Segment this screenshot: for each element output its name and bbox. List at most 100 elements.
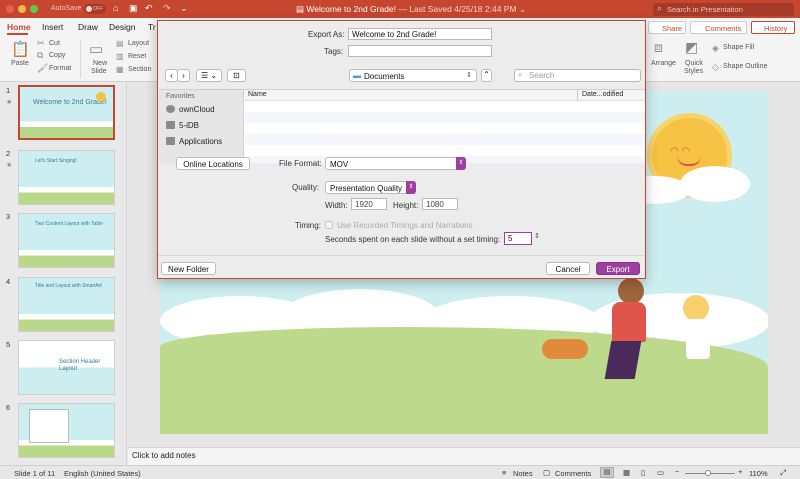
- slide-number: 4: [6, 277, 11, 286]
- layout-button[interactable]: Layout: [128, 40, 149, 47]
- share-button[interactable]: Share: [648, 21, 686, 34]
- format-painter-icon[interactable]: 🖌: [37, 63, 48, 74]
- shape-outline-button[interactable]: Shape Outline: [723, 63, 767, 70]
- reset-button[interactable]: Reset: [128, 53, 146, 60]
- use-recorded-checkbox[interactable]: [325, 221, 333, 229]
- dialog-search-input[interactable]: ⌕ Search: [514, 69, 641, 82]
- autosave-toggle[interactable]: OFF: [84, 4, 106, 14]
- tab-insert[interactable]: Insert: [42, 22, 63, 32]
- tab-draw[interactable]: Draw: [78, 22, 98, 32]
- seconds-label: Seconds spent on each slide without a se…: [325, 235, 501, 244]
- scissors-icon[interactable]: ✂: [37, 38, 45, 49]
- format-painter-button[interactable]: Format: [49, 65, 71, 72]
- notes-pane[interactable]: Click to add notes: [128, 447, 800, 465]
- shape-fill-button[interactable]: Shape Fill: [723, 44, 754, 51]
- more-commands-icon[interactable]: ⌄: [180, 3, 188, 14]
- undo-icon[interactable]: ↶: [145, 3, 153, 14]
- copy-button[interactable]: Copy: [49, 52, 65, 59]
- sidebar-item-applications[interactable]: Applications: [166, 137, 222, 146]
- layout-icon[interactable]: ▤: [116, 39, 124, 48]
- zoom-in-icon[interactable]: +: [738, 467, 742, 476]
- slide-thumbnail-2[interactable]: Let's Start Singing!: [18, 150, 115, 205]
- fit-to-window-icon[interactable]: ⤢: [780, 468, 786, 478]
- seconds-input[interactable]: 5: [504, 232, 532, 245]
- export-button[interactable]: Export: [596, 262, 640, 275]
- chevron-down-icon[interactable]: ⌄: [517, 4, 526, 14]
- history-button[interactable]: History: [751, 21, 795, 34]
- new-slide-icon[interactable]: ▭: [89, 40, 103, 58]
- comments-toggle[interactable]: Comments: [555, 469, 591, 478]
- col-date-modified[interactable]: Date...odified: [582, 91, 623, 98]
- expand-button[interactable]: ⌃: [481, 69, 492, 82]
- autosave-label: AutoSave: [51, 5, 82, 12]
- document-title: ▤ Welcome to 2nd Grade! — Last Saved 4/2…: [296, 4, 527, 14]
- online-locations-button[interactable]: Online Locations: [176, 157, 250, 170]
- sidebar-item-owncloud[interactable]: ownCloud: [166, 105, 215, 114]
- arrange-icon[interactable]: ⧈: [654, 39, 663, 56]
- col-name[interactable]: Name: [248, 91, 267, 98]
- normal-view-icon[interactable]: ▤: [600, 467, 614, 478]
- shape-outline-icon[interactable]: ◇: [712, 62, 719, 73]
- notes-icon[interactable]: ≡: [502, 468, 506, 477]
- width-input[interactable]: 1920: [351, 198, 387, 210]
- slide-thumbnail-5[interactable]: Section Header Layout: [18, 340, 115, 395]
- comments-button[interactable]: Comments: [690, 21, 747, 34]
- export-as-input[interactable]: Welcome to 2nd Grade!: [348, 28, 492, 40]
- stepper-icon[interactable]: ⇕: [534, 232, 540, 240]
- slideshow-icon[interactable]: ▭: [657, 468, 664, 477]
- zoom-out-icon[interactable]: −: [675, 467, 679, 476]
- tab-design[interactable]: Design: [109, 22, 135, 32]
- language-indicator[interactable]: English (United States): [64, 469, 141, 478]
- height-input[interactable]: 1080: [422, 198, 458, 210]
- paste-icon[interactable]: 📋: [11, 40, 30, 58]
- favorites-header: Favorites: [166, 93, 195, 100]
- slide-thumbnail-1[interactable]: Welcome to 2nd Grade!: [18, 85, 115, 140]
- zoom-level[interactable]: 110%: [749, 469, 768, 478]
- quick-styles-label-2[interactable]: Styles: [684, 68, 703, 75]
- home-icon[interactable]: ⌂: [113, 3, 118, 13]
- minimize-window-button[interactable]: [18, 5, 26, 13]
- reset-icon[interactable]: ▥: [116, 52, 124, 61]
- paste-button[interactable]: Paste: [11, 60, 29, 67]
- copy-icon[interactable]: ⧉: [37, 50, 43, 61]
- search-input[interactable]: Search in Presentation: [653, 3, 794, 16]
- new-folder-icon[interactable]: ⊡: [227, 69, 246, 82]
- save-icon[interactable]: ▣: [129, 3, 138, 14]
- quality-select[interactable]: Presentation Quality ⇕: [325, 181, 416, 194]
- slide-thumbnail-4[interactable]: Title and Layout with SmartArt: [18, 277, 115, 332]
- shape-fill-icon[interactable]: ◈: [712, 43, 719, 54]
- section-icon[interactable]: ▦: [116, 65, 124, 74]
- quick-styles-icon[interactable]: ◩: [685, 39, 698, 56]
- updown-icon: ⇕: [406, 181, 416, 194]
- view-options-button[interactable]: ☰ ⌄: [196, 69, 222, 82]
- tab-transitions[interactable]: Tr: [148, 22, 156, 32]
- zoom-window-button[interactable]: [30, 5, 38, 13]
- slide-number: 2: [6, 149, 11, 158]
- arrange-button[interactable]: Arrange: [651, 60, 676, 67]
- new-folder-button[interactable]: New Folder: [161, 262, 216, 275]
- reading-view-icon[interactable]: ▯: [641, 468, 645, 477]
- slide-sorter-icon[interactable]: ▦: [623, 468, 630, 477]
- slide-thumbnail-6[interactable]: [18, 403, 115, 458]
- forward-button[interactable]: ›: [177, 69, 190, 82]
- sidebar-item-5idb[interactable]: 5-iDB: [166, 121, 199, 130]
- cut-button[interactable]: Cut: [49, 40, 60, 47]
- picture-placeholder: [29, 409, 69, 443]
- girl-hair: [683, 295, 709, 321]
- location-dropdown[interactable]: ▬ Documents ⇕: [349, 69, 477, 82]
- zoom-slider-thumb[interactable]: [705, 470, 711, 476]
- new-slide-label-1[interactable]: New: [93, 60, 107, 67]
- thumb-title: Welcome to 2nd Grade!: [33, 99, 107, 106]
- slide-thumbnail-3[interactable]: Two Content Layout with Table: [18, 213, 115, 268]
- redo-icon[interactable]: ↷: [163, 3, 171, 14]
- close-window-button[interactable]: [6, 5, 14, 13]
- comments-icon[interactable]: ▢: [543, 468, 550, 477]
- section-button[interactable]: Section: [128, 66, 151, 73]
- quick-styles-label-1[interactable]: Quick: [685, 60, 703, 67]
- tab-home[interactable]: Home: [7, 22, 31, 32]
- file-format-select[interactable]: MOV ⇕: [325, 157, 466, 170]
- new-slide-label-2[interactable]: Slide: [91, 68, 107, 75]
- tags-input[interactable]: [348, 45, 492, 57]
- cancel-button[interactable]: Cancel: [546, 262, 590, 275]
- notes-toggle[interactable]: Notes: [513, 469, 533, 478]
